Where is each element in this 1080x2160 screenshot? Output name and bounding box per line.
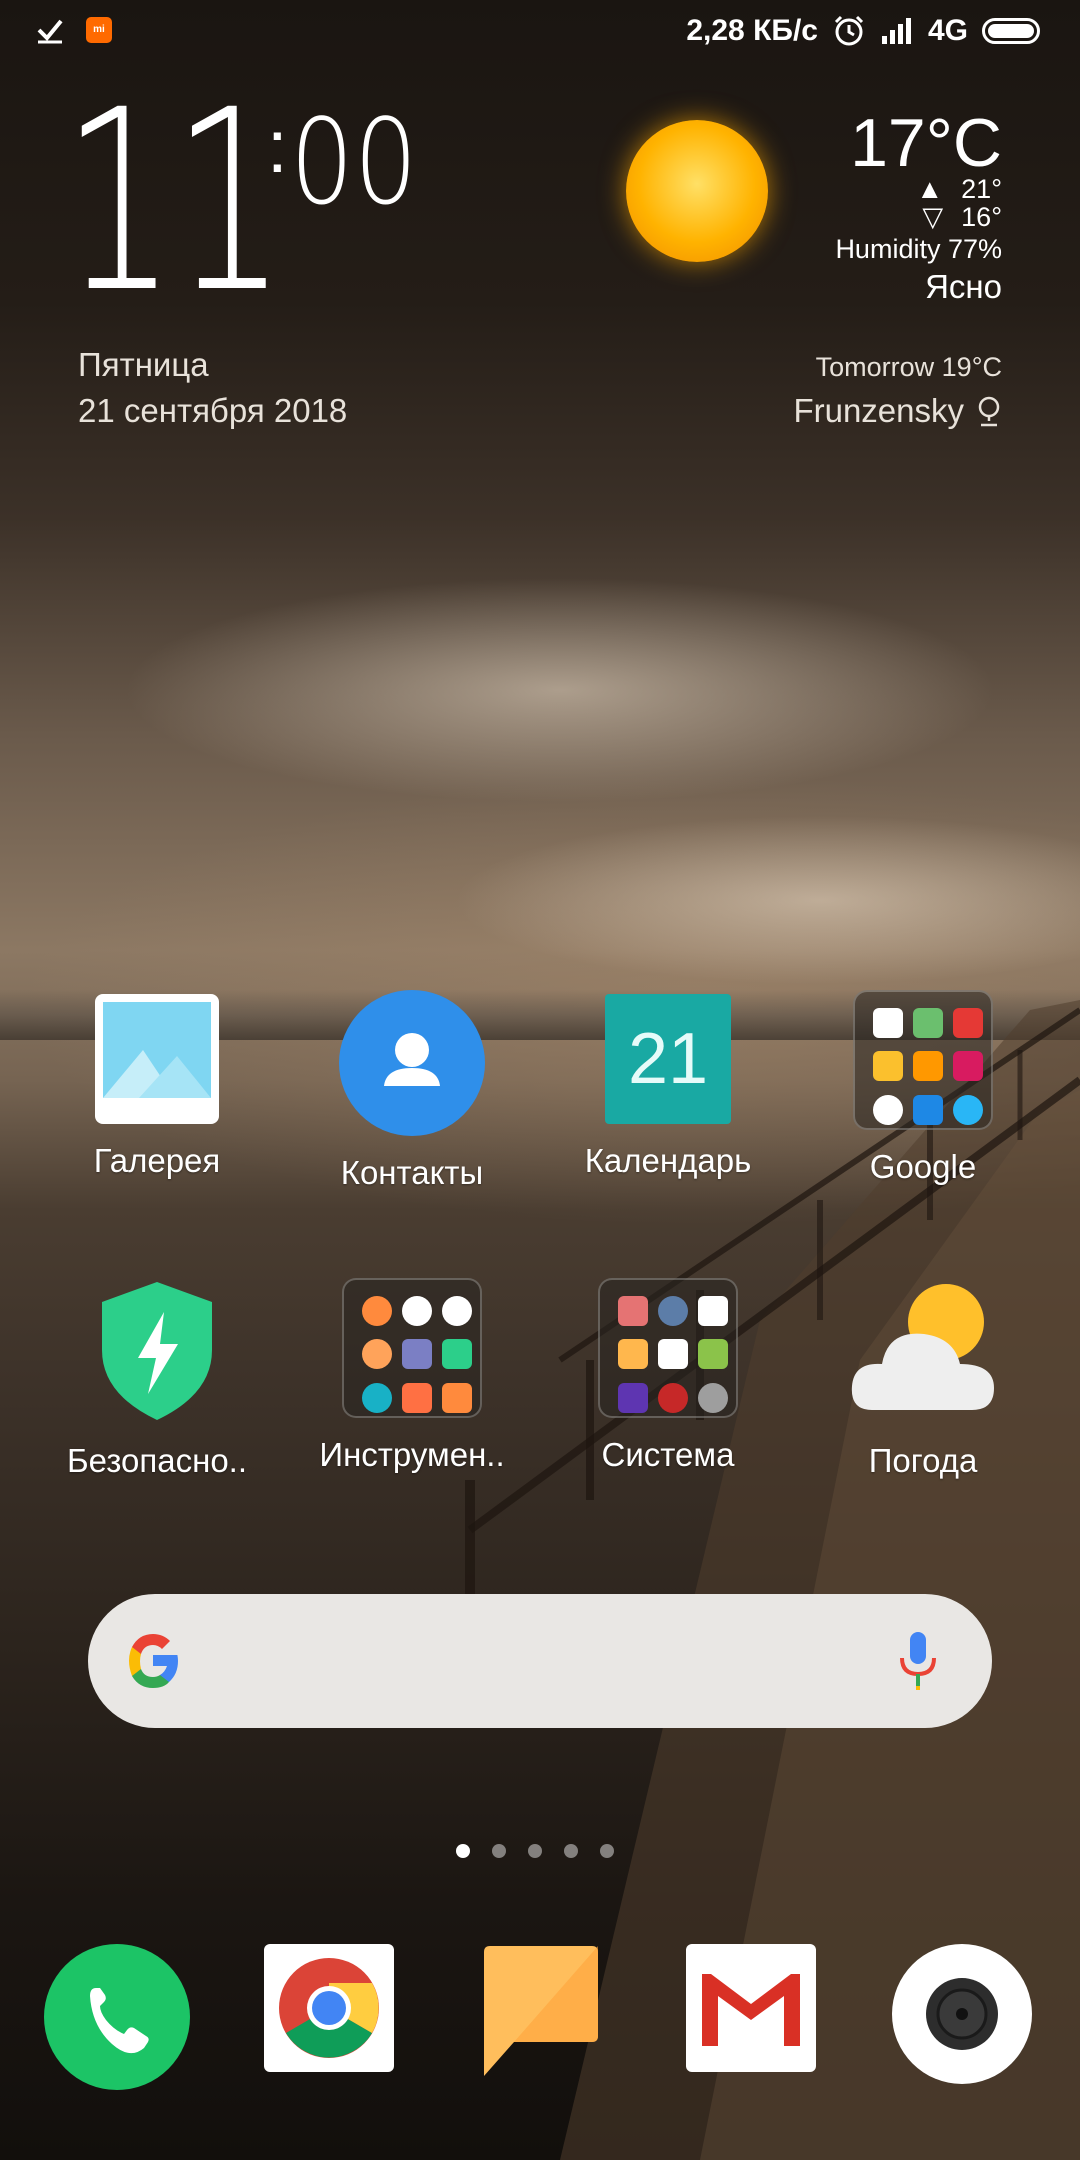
location-pin-icon	[978, 396, 1000, 427]
alarm-icon	[834, 15, 864, 46]
weather-humidity: Humidity 77%	[835, 234, 1002, 264]
photos-mini-icon	[873, 1094, 903, 1125]
downloads-mini-icon	[442, 1339, 472, 1370]
dock-gmail[interactable]	[686, 1944, 832, 2090]
page-dot[interactable]	[456, 1844, 470, 1858]
duo-mini-icon	[913, 1094, 943, 1125]
clock-widget[interactable]: 11 : 00	[62, 56, 418, 347]
google-folder-icon	[853, 990, 993, 1130]
app-google-folder[interactable]: Google	[808, 990, 1038, 1186]
app-label: Календарь	[584, 1142, 752, 1179]
feedback-mini-icon	[362, 1339, 392, 1370]
dock-phone[interactable]	[44, 1944, 190, 2090]
page-indicator	[456, 1844, 614, 1858]
play-music-mini-icon	[913, 1051, 943, 1082]
notes-mini-icon	[362, 1296, 392, 1326]
phone-icon	[44, 1944, 190, 2090]
cpu-mini-icon	[618, 1382, 648, 1413]
gmail-icon	[686, 1944, 816, 2072]
play-movies-mini-icon	[953, 1051, 983, 1082]
calendar-day: 21	[627, 1019, 709, 1099]
calculator-mini-icon	[442, 1382, 472, 1413]
clock-minutes: 00	[290, 93, 418, 231]
app-tools-folder[interactable]: Инструмен..	[297, 1278, 527, 1474]
tools-folder-icon	[342, 1278, 482, 1418]
updater-mini-icon	[698, 1339, 728, 1370]
app-security[interactable]: Безопасно..	[42, 1278, 272, 1480]
dock-camera[interactable]	[892, 1944, 1038, 2090]
dock-messages[interactable]	[478, 1944, 624, 2090]
dock-chrome[interactable]	[264, 1944, 410, 2090]
google-mini-icon	[873, 1008, 903, 1038]
play-store-mini-icon	[698, 1296, 728, 1326]
app-contacts[interactable]: Контакты	[297, 990, 527, 1192]
mi-app-icon: mi	[86, 17, 112, 43]
app-label: Безопасно..	[66, 1442, 248, 1479]
weather-condition: Ясно	[925, 268, 1002, 305]
arrow-down-icon: ▽	[922, 202, 944, 232]
youtube-mini-icon	[953, 1008, 983, 1038]
network-type: 4G	[927, 14, 968, 47]
location-name: Frunzensky	[793, 392, 964, 429]
messages-icon	[484, 1946, 598, 2076]
settings-mini-icon	[658, 1296, 688, 1326]
weather-low: ▽ 16°	[922, 202, 1002, 233]
camera-icon	[892, 1944, 1032, 2084]
weather-tomorrow: Tomorrow 19°C	[815, 352, 1002, 382]
app-label: Погода	[868, 1442, 978, 1479]
themes-mini-icon	[618, 1296, 648, 1326]
scanner-mini-icon	[402, 1339, 432, 1370]
system-folder-icon	[598, 1278, 738, 1418]
signal-icon	[881, 18, 911, 44]
security-icon	[84, 1278, 230, 1424]
page-dot[interactable]	[492, 1844, 506, 1858]
app-system-folder[interactable]: Система	[553, 1278, 783, 1474]
sun-icon[interactable]	[626, 120, 768, 262]
contacts-icon	[339, 990, 485, 1136]
backup-mini-icon	[658, 1339, 688, 1370]
gallery-icon	[95, 994, 219, 1124]
arrow-up-icon: ▲	[916, 174, 944, 204]
clock-mini-icon	[402, 1296, 432, 1326]
google-search-bar[interactable]	[88, 1594, 992, 1728]
antutu-mini-icon	[658, 1382, 688, 1413]
page-dot[interactable]	[564, 1844, 578, 1858]
calendar-icon: 21	[605, 994, 731, 1124]
files-mini-icon	[618, 1339, 648, 1370]
app-weather[interactable]: Погода	[808, 1278, 1038, 1480]
app-label: Галерея	[93, 1142, 221, 1179]
screen-recorder-mini-icon	[402, 1382, 432, 1413]
google-g-icon	[129, 1634, 178, 1688]
weather-location[interactable]: Frunzensky	[793, 392, 1002, 430]
page-dot[interactable]	[600, 1844, 614, 1858]
microphone-icon[interactable]	[898, 1630, 938, 1692]
page-dot[interactable]	[528, 1844, 542, 1858]
app-label: Система	[601, 1436, 735, 1473]
app-label: Контакты	[340, 1154, 484, 1191]
app-gallery[interactable]: Галерея	[42, 994, 272, 1180]
check-icon	[37, 19, 63, 44]
browser-mini-icon	[953, 1094, 983, 1125]
date-label: 21 сентября 2018	[78, 392, 348, 429]
weather-low-value: 16°	[961, 202, 1002, 232]
clock-separator: :	[267, 105, 288, 188]
chrome-icon	[264, 1944, 394, 2072]
recorder-mini-icon	[442, 1296, 472, 1326]
weather-high-value: 21°	[961, 174, 1002, 204]
day-of-week: Пятница	[78, 346, 209, 383]
app-calendar[interactable]: 21 Календарь	[553, 994, 783, 1180]
maps-mini-icon	[913, 1008, 943, 1038]
compass-mini-icon	[362, 1382, 392, 1413]
battery-icon	[982, 18, 1040, 44]
net-speed: 2,28 КБ/с	[686, 14, 818, 47]
drive-mini-icon	[873, 1051, 903, 1082]
app-label: Инструмен..	[319, 1436, 505, 1473]
speed-mini-icon	[698, 1382, 728, 1413]
app-label: Google	[869, 1148, 977, 1185]
weather-high: ▲ 21°	[916, 174, 1002, 205]
weather-icon	[848, 1278, 998, 1424]
clock-hours: 11	[62, 56, 287, 347]
weather-temperature[interactable]: 17°C	[850, 104, 1002, 182]
